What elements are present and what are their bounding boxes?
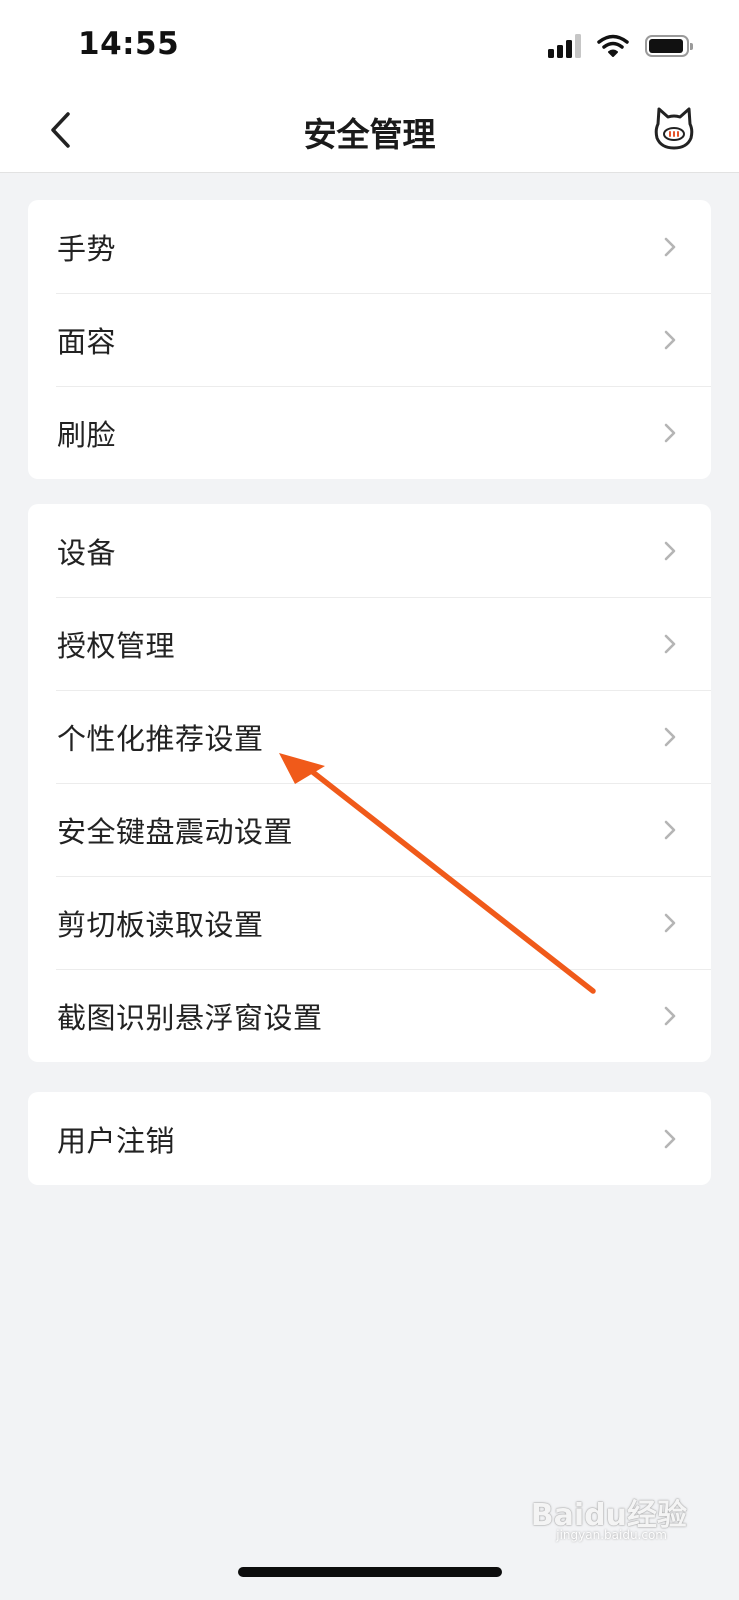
row-label: 个性化推荐设置 [57,721,264,756]
chevron-right-icon [664,820,676,839]
settings-row-face-id[interactable]: 面容 [28,293,711,386]
chevron-right-icon [664,237,676,256]
settings-group-privacy: 设备 授权管理 个性化推荐设置 安全键盘震动设置 剪切板读取设置 截图识别悬浮窗… [28,504,711,1062]
page-title: 安全管理 [303,115,436,154]
settings-group-account: 用户注销 [28,1092,711,1185]
settings-row-account-deletion[interactable]: 用户注销 [28,1092,711,1185]
settings-row-keyboard-vibration[interactable]: 安全键盘震动设置 [28,783,711,876]
settings-row-face-scan[interactable]: 刷脸 [28,386,711,479]
row-label: 面容 [57,324,117,359]
baidu-watermark-url: jingyan.baidu.com [556,1528,667,1542]
row-label: 授权管理 [57,628,176,663]
chevron-right-icon [664,541,676,560]
settings-group-biometrics: 手势 面容 刷脸 [28,200,711,479]
chevron-right-icon [664,1129,676,1148]
top-area: 14:55 安全管理 [0,0,739,173]
wifi-icon [597,34,629,57]
cellular-signal-icon [548,34,581,58]
row-label: 手势 [57,231,117,266]
settings-row-clipboard[interactable]: 剪切板读取设置 [28,876,711,969]
status-icons [548,34,693,58]
row-label: 安全键盘震动设置 [57,814,294,849]
home-indicator [238,1567,502,1577]
settings-row-screenshot-float[interactable]: 截图识别悬浮窗设置 [28,969,711,1062]
row-label: 用户注销 [57,1123,176,1158]
settings-row-authorization[interactable]: 授权管理 [28,597,711,690]
row-label: 刷脸 [57,417,117,452]
chevron-right-icon [664,634,676,653]
row-label: 设备 [57,535,117,570]
chevron-right-icon [664,913,676,932]
cat-mascot-icon[interactable] [653,106,695,152]
chevron-right-icon [664,330,676,349]
chevron-right-icon [664,727,676,746]
chevron-right-icon [664,1006,676,1025]
battery-icon [645,35,693,57]
row-label: 剪切板读取设置 [57,907,264,942]
settings-row-gesture[interactable]: 手势 [28,200,711,293]
status-time: 14:55 [78,26,180,62]
settings-row-devices[interactable]: 设备 [28,504,711,597]
row-label: 截图识别悬浮窗设置 [57,1000,323,1035]
settings-row-personalized-recommendation[interactable]: 个性化推荐设置 [28,690,711,783]
chevron-right-icon [664,423,676,442]
